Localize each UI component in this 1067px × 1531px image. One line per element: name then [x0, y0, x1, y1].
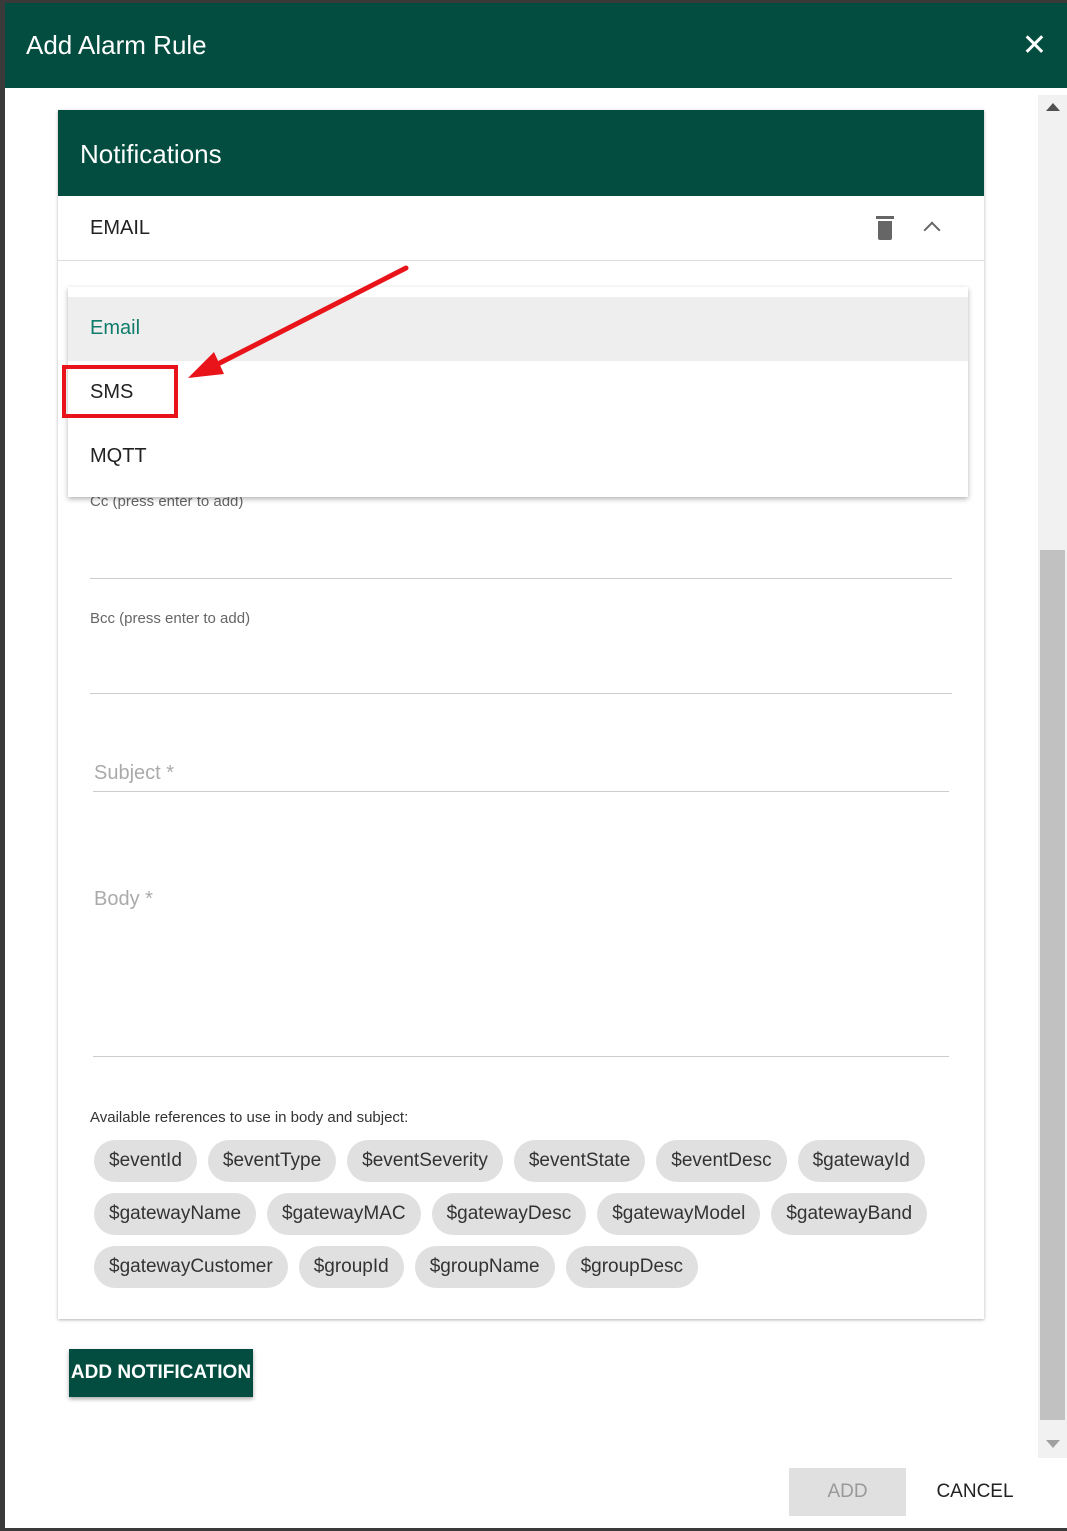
annotation-arrow-icon [188, 265, 409, 378]
